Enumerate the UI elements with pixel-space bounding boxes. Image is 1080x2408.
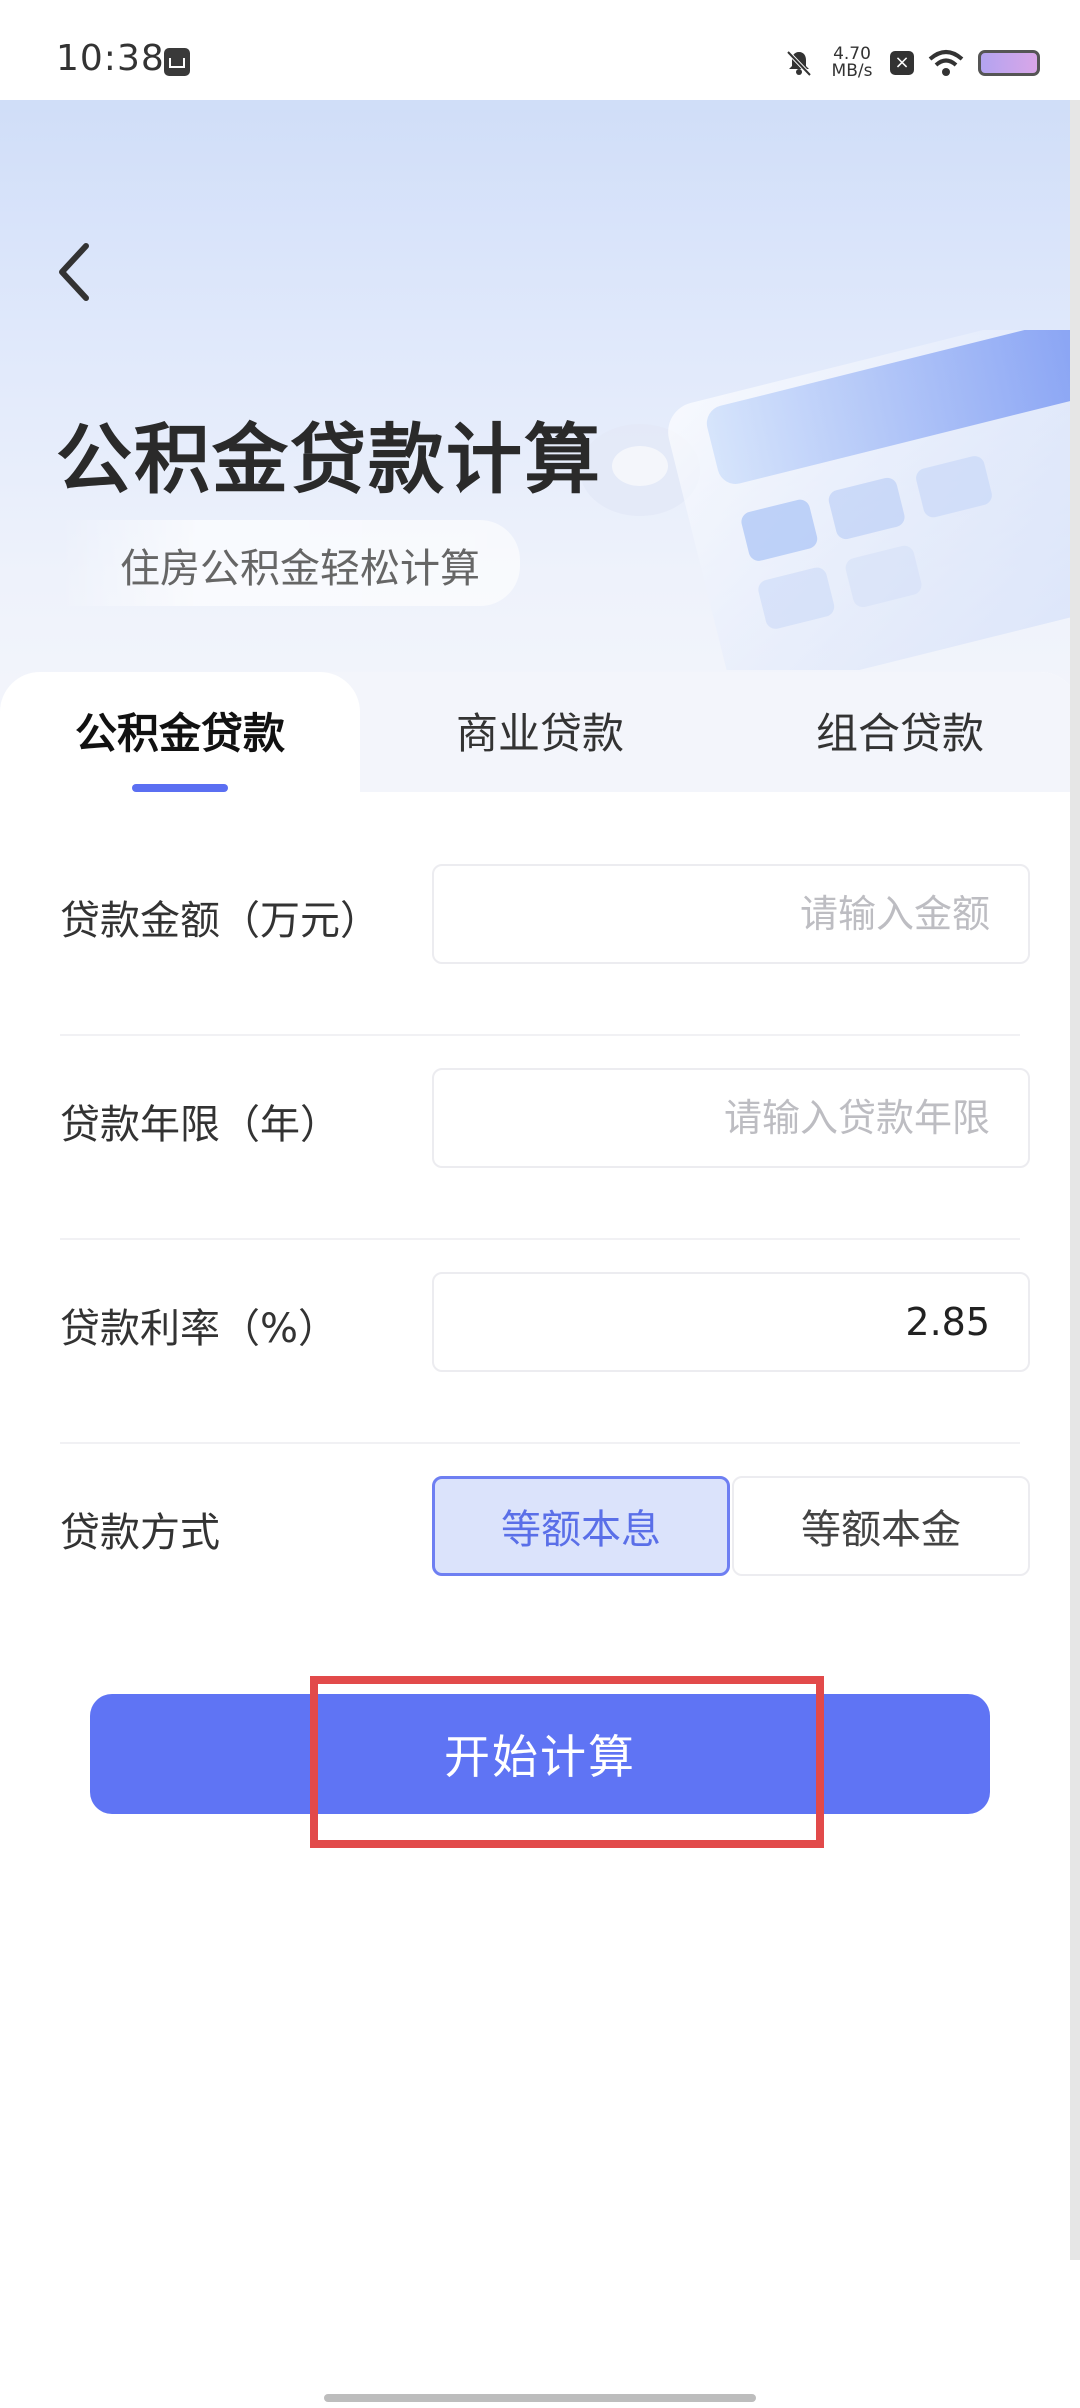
tab-combined-loan[interactable]: 组合贷款: [720, 700, 1080, 761]
back-chevron-icon[interactable]: [48, 232, 108, 312]
active-tab-indicator: [132, 784, 228, 792]
mute-bell-icon: [786, 50, 812, 77]
divider: [60, 1442, 1020, 1444]
tab-housing-fund-loan[interactable]: 公积金贷款: [0, 700, 360, 761]
tab-commercial-loan[interactable]: 商业贷款: [360, 700, 720, 761]
page-title: 公积金贷款计算: [56, 415, 602, 504]
network-speed-unit: MB/s: [831, 61, 873, 81]
highlight-box: [310, 1676, 824, 1848]
network-speed: 4.70 MB/s: [828, 46, 876, 80]
status-time: 10:38: [56, 38, 165, 79]
option-equal-installment[interactable]: 等额本息: [432, 1476, 730, 1576]
loan-amount-label: 贷款金额（万元）: [60, 898, 380, 944]
scrollbar[interactable]: [1070, 100, 1080, 2260]
status-bar: 10:38 4.70 MB/s ×: [0, 0, 1080, 100]
page-subtitle: 住房公积金轻松计算: [120, 546, 480, 592]
loan-rate-label: 贷款利率（%）: [60, 1306, 339, 1352]
loan-years-field[interactable]: [432, 1068, 1030, 1168]
wifi-icon: [928, 50, 964, 76]
option-equal-principal[interactable]: 等额本金: [732, 1476, 1030, 1576]
home-indicator[interactable]: [324, 2394, 756, 2402]
loan-amount-field[interactable]: [432, 864, 1030, 964]
calendar-notification-icon: [164, 48, 190, 76]
close-badge-icon: ×: [890, 51, 914, 75]
repayment-method-label: 贷款方式: [60, 1510, 220, 1556]
loan-rate-field[interactable]: [432, 1272, 1030, 1372]
loan-years-input[interactable]: [434, 1070, 1028, 1166]
loan-rate-input[interactable]: [434, 1274, 1028, 1370]
loan-amount-input[interactable]: [434, 866, 1028, 962]
divider: [60, 1034, 1020, 1036]
loan-years-label: 贷款年限（年）: [60, 1102, 340, 1148]
calculator-illustration: [580, 330, 1080, 670]
status-icons: 4.70 MB/s ×: [784, 40, 1040, 86]
divider: [60, 1238, 1020, 1240]
battery-icon: [978, 50, 1040, 76]
hero-background: [0, 0, 1080, 720]
